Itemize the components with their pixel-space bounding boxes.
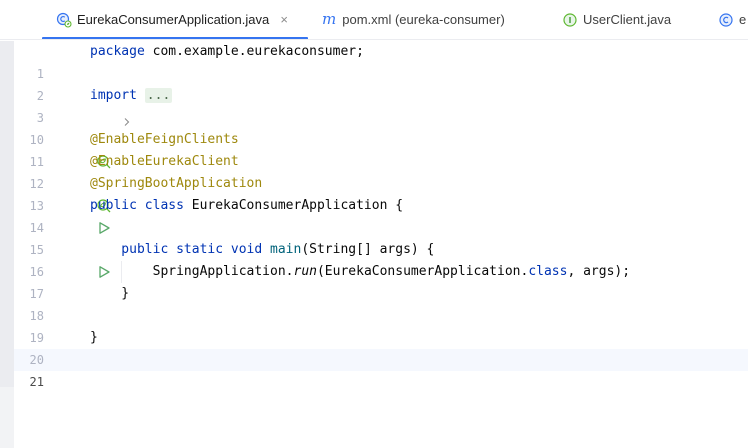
close-icon[interactable]: × <box>277 12 291 27</box>
keyword-token: public static void <box>90 242 271 257</box>
code-line-19[interactable]: 19 <box>0 305 748 345</box>
code-line-17[interactable]: 17 SpringApplication.run(EurekaConsumerA… <box>0 261 748 301</box>
code-token: com.example.eurekaconsumer; <box>152 44 364 59</box>
static-method-token: run <box>293 264 317 279</box>
code-line-20[interactable]: 20 } <box>0 327 748 367</box>
code-line-2[interactable]: 2 <box>0 63 748 103</box>
interface-icon <box>562 12 578 28</box>
code-text: package com.example.eurekaconsumer; <box>90 41 364 63</box>
maven-m-icon: m <box>322 10 337 28</box>
code-line-13[interactable]: 13 @SpringBootApplication <box>0 173 748 213</box>
code-line-18[interactable]: 18 } <box>0 283 748 323</box>
tab-eureka-consumer-application[interactable]: EurekaConsumerApplication.java × <box>42 0 308 39</box>
annotation-token: @SpringBootApplication <box>90 176 263 191</box>
tab-label: EurekaConsumerApplication.java <box>77 12 270 27</box>
code-token: } <box>90 330 98 345</box>
folded-imports[interactable]: ... <box>144 88 173 103</box>
code-line-21[interactable]: 21 <box>0 349 748 389</box>
method-token: main <box>270 242 302 257</box>
run-icon[interactable] <box>50 243 110 278</box>
editor-tab-bar: EurekaConsumerApplication.java × m pom.x… <box>0 0 748 40</box>
code-line-10[interactable]: 10 <box>0 107 748 147</box>
tab-overflow-file[interactable]: e <box>718 0 748 39</box>
tab-user-client[interactable]: UserClient.java <box>562 0 702 39</box>
line-number: 21 <box>29 375 44 389</box>
code-editor[interactable]: 1 package com.example.eurekaconsumer; 2 … <box>0 41 748 448</box>
code-token: (String[] args) { <box>301 242 435 257</box>
tab-pom-xml[interactable]: m pom.xml (eureka-consumer) <box>322 0 532 39</box>
keyword-token: class <box>528 264 568 279</box>
fold-chevron-icon[interactable] <box>75 91 130 126</box>
tab-label: UserClient.java <box>583 12 672 27</box>
spring-class-icon <box>56 12 72 28</box>
code-token: (EurekaConsumerApplication. <box>316 264 529 279</box>
code-text: @EnableEurekaClient <box>90 151 239 173</box>
tab-label: pom.xml (eureka-consumer) <box>342 12 505 27</box>
annotation-token: @EnableFeignClients <box>90 132 239 147</box>
code-line-11[interactable]: 11 @EnableFeignClients <box>0 129 748 169</box>
code-token: , args); <box>567 264 631 279</box>
code-text: SpringApplication.run(EurekaConsumerAppl… <box>90 261 630 283</box>
code-text: import ... <box>90 85 173 107</box>
code-line-15[interactable]: 15 <box>0 217 748 257</box>
code-text: @SpringBootApplication <box>90 173 262 195</box>
class-icon <box>718 12 734 28</box>
code-line-14[interactable]: 14 public class EurekaConsumerApplicatio… <box>0 195 748 235</box>
code-text: } <box>90 283 129 305</box>
run-icon[interactable] <box>50 199 110 234</box>
code-token: EurekaConsumerApplication { <box>191 198 404 213</box>
code-text: public static void main(String[] args) { <box>90 239 434 261</box>
keyword-token: import <box>90 88 145 103</box>
annotation-token: @EnableEurekaClient <box>90 154 239 169</box>
code-token: SpringApplication. <box>90 264 294 279</box>
spring-bean-icon[interactable] <box>50 177 111 213</box>
code-line-1[interactable]: 1 package com.example.eurekaconsumer; <box>0 41 748 81</box>
code-token: } <box>90 286 130 301</box>
code-text: @EnableFeignClients <box>90 129 239 151</box>
spring-bean-icon[interactable] <box>50 133 111 169</box>
keyword-token: package <box>90 44 153 59</box>
keyword-token: public class <box>90 198 192 213</box>
tab-label: e <box>739 12 747 27</box>
code-text: } <box>90 327 98 349</box>
code-line-16[interactable]: 16 public static void main(String[] args… <box>0 239 748 279</box>
code-line-12[interactable]: 12 @EnableEurekaClient <box>0 151 748 191</box>
code-text: public class EurekaConsumerApplication { <box>90 195 403 217</box>
code-line-3[interactable]: 3 import ... <box>0 85 748 126</box>
